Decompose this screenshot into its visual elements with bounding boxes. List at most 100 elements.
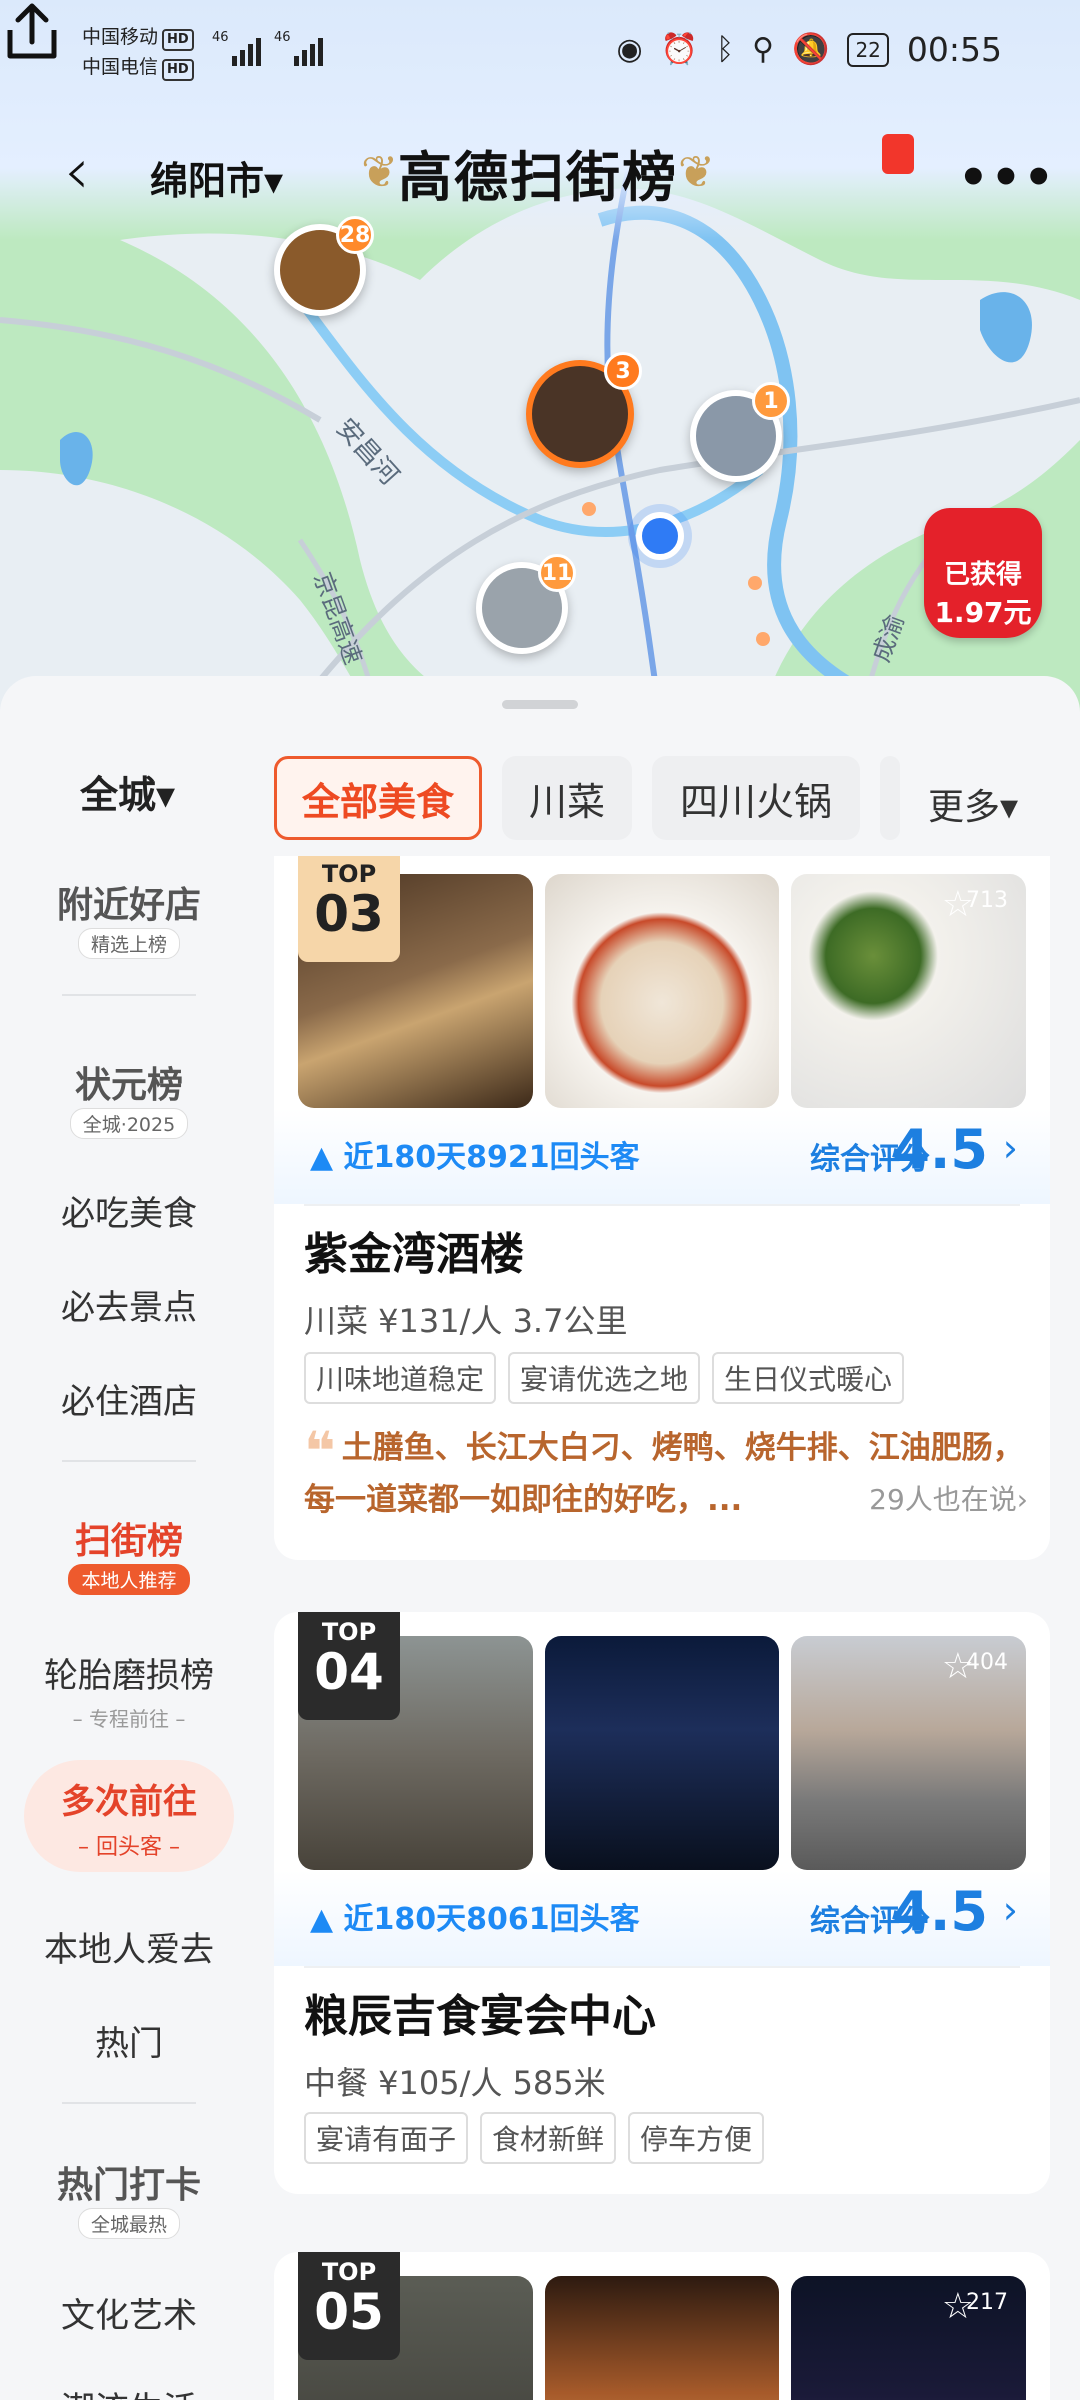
- rail-nearby-title: 附近好店: [56, 885, 201, 926]
- rail-item-culture[interactable]: 文化艺术: [0, 2288, 258, 2337]
- scope-selector[interactable]: 全城▾: [80, 764, 175, 819]
- map-dot: [756, 632, 770, 646]
- rail-scan[interactable]: 扫街榜 本地人推荐: [20, 1512, 238, 1595]
- rank-top-label: TOP: [321, 860, 377, 888]
- bluetooth-icon: ᛒ: [716, 32, 735, 67]
- rail-item-must-eat[interactable]: 必吃美食: [0, 1186, 258, 1235]
- restaurant-photo[interactable]: [544, 1636, 780, 1870]
- restaurant-card[interactable]: TOP 05 ☆ 217: [274, 2252, 1050, 2400]
- rail-item-must-stay[interactable]: 必住酒店: [0, 1374, 258, 1423]
- divider: [304, 1966, 1020, 1968]
- rail-item-tire[interactable]: 轮胎磨损榜 – 专程前往 –: [0, 1648, 258, 1732]
- map-marker-restaurant[interactable]: 11: [476, 554, 576, 654]
- rail-item-repeat[interactable]: 多次前往 – 回头客 –: [24, 1760, 234, 1872]
- back-icon[interactable]: ‹: [64, 140, 90, 204]
- city-selector[interactable]: 绵阳市▾: [150, 150, 283, 205]
- rank-top-label: TOP: [321, 2258, 377, 2286]
- restaurant-photo[interactable]: [544, 874, 780, 1108]
- status-bar: 中国移动 HD 中国电信 HD 46 46 ◉ ⏰ ᛒ ⚲ 🔕 22 00:55: [0, 0, 1080, 110]
- chip-sichuan[interactable]: 川菜: [502, 756, 632, 840]
- quote-count[interactable]: 29人也在说›: [869, 1474, 1028, 1526]
- chip-partial[interactable]: [880, 756, 900, 840]
- laurel-left-icon: ❦: [361, 146, 398, 198]
- rail-tire-sub: – 专程前往 –: [72, 1707, 186, 1731]
- chevron-right-icon[interactable]: ›: [1003, 1888, 1018, 1932]
- chip-hotpot[interactable]: 四川火锅: [652, 756, 860, 840]
- hd-badge-2: HD: [162, 59, 194, 81]
- photo-strip[interactable]: ☆ 713: [298, 874, 1027, 1108]
- tag-list: 川味地道稳定 宴请优选之地 生日仪式暖心: [304, 1352, 905, 1404]
- reward-bag[interactable]: 已获得 1.97元: [924, 508, 1042, 638]
- map-marker-restaurant[interactable]: 28: [274, 216, 374, 316]
- ranking-sheet[interactable]: 全城▾ 全部美食 川菜 四川火锅 更多▾ 附近好店 精选上榜 状元榜 全城·20…: [0, 676, 1080, 2400]
- signal-icon-2: [294, 38, 323, 66]
- card-meta: ▲ 近180天8061回头客 综合评分 4.5 ›: [274, 1870, 1050, 1966]
- rail-top-title: 状元榜: [74, 1065, 183, 1106]
- more-icon[interactable]: •••: [958, 150, 1056, 206]
- tag: 宴请优选之地: [508, 1352, 701, 1404]
- score-value: 4.5: [892, 1118, 988, 1181]
- chevron-right-icon[interactable]: ›: [1003, 1126, 1018, 1170]
- divider: [304, 1204, 1020, 1206]
- red-packet-icon[interactable]: [882, 134, 914, 174]
- photo-strip[interactable]: ☆ 404: [298, 1636, 1027, 1870]
- divider: [62, 1460, 196, 1462]
- carrier-1: 中国移动: [82, 26, 159, 48]
- carrier-info: 中国移动 HD 中国电信 HD: [82, 22, 194, 82]
- map-dot: [582, 502, 596, 516]
- photo-strip[interactable]: ☆ 217: [298, 2276, 1027, 2400]
- rail-nearby-sub: 精选上榜: [77, 928, 180, 959]
- status-icons: ◉ ⏰ ᛒ ⚲ 🔕 22 00:55: [617, 30, 1002, 69]
- score-value: 4.5: [892, 1880, 988, 1943]
- eye-icon: ◉: [616, 32, 643, 67]
- network-type-2: 46: [274, 30, 291, 45]
- rail-item-local-love[interactable]: 本地人爱去: [0, 1922, 258, 1971]
- drag-handle[interactable]: [502, 700, 578, 709]
- rail-tire-title: 轮胎磨损榜: [44, 1656, 214, 1696]
- marker-rank-badge: 1: [752, 382, 790, 420]
- rail-item-trend[interactable]: 潮流生活: [0, 2382, 258, 2400]
- rail-scan-sub: 本地人推荐: [68, 1564, 190, 1595]
- left-rail: 附近好店 精选上榜 状元榜 全城·2025 必吃美食 必去景点 必住酒店 扫街榜…: [0, 856, 258, 2400]
- hd-badge-1: HD: [162, 29, 194, 51]
- restaurant-info: 川菜 ¥131/人 3.7公里: [304, 1302, 628, 1340]
- reward-label: 已获得: [943, 560, 1022, 590]
- rank-badge: TOP 03: [298, 856, 400, 962]
- tag: 停车方便: [628, 2112, 765, 2164]
- marker-rank-badge: 28: [336, 216, 374, 254]
- photo-count: 404: [966, 1650, 1009, 1675]
- rail-repeat-title: 多次前往: [61, 1782, 197, 1822]
- restaurant-photo[interactable]: [544, 2276, 780, 2400]
- chip-all-food[interactable]: 全部美食: [274, 756, 482, 840]
- rail-hot-checkin[interactable]: 热门打卡 全城最热: [20, 2156, 238, 2239]
- rail-item-must-visit[interactable]: 必去景点: [0, 1280, 258, 1329]
- map-view[interactable]: 中国移动 HD 中国电信 HD 46 46 ◉ ⏰ ᛒ ⚲ 🔕 22 00:55 ‹…: [0, 0, 1080, 720]
- restaurant-photo[interactable]: ☆ 217: [791, 2276, 1027, 2400]
- rail-nearby[interactable]: 附近好店 精选上榜: [20, 876, 238, 959]
- review-quote[interactable]: ❝ 土膳鱼、长江大白刁、烤鸭、烧牛排、江油肥肠，每一道菜都一如即往的好吃，... …: [304, 1422, 1028, 1526]
- restaurant-card[interactable]: TOP 04 ☆ 404 ▲ 近180天8061回头客 综合评分 4.5 › 粮…: [274, 1612, 1050, 2194]
- restaurant-photo[interactable]: ☆ 713: [791, 874, 1027, 1108]
- divider: [62, 994, 196, 996]
- more-filter-button[interactable]: 更多▾: [928, 778, 1018, 830]
- filter-bar: 全城▾ 全部美食 川菜 四川火锅 更多▾: [0, 744, 1080, 856]
- rail-item-hot[interactable]: 热门: [0, 2016, 258, 2065]
- restaurant-name[interactable]: 紫金湾酒楼: [304, 1218, 524, 1282]
- rail-top[interactable]: 状元榜 全城·2025: [20, 1056, 238, 1139]
- map-marker-restaurant[interactable]: 1: [690, 382, 790, 482]
- rank-number: 03: [314, 885, 384, 943]
- rank-number: 04: [314, 1643, 384, 1701]
- map-marker-restaurant[interactable]: 3: [526, 352, 642, 468]
- rail-hot-title: 热门打卡: [56, 2165, 201, 2206]
- map-dot: [748, 576, 762, 590]
- carrier-2: 中国电信: [82, 56, 159, 78]
- restaurant-name[interactable]: 粮辰吉食宴会中心: [304, 1980, 656, 2044]
- share-icon[interactable]: [0, 0, 64, 64]
- rank-badge: TOP 05: [298, 2252, 400, 2360]
- restaurant-photo[interactable]: ☆ 404: [791, 1636, 1027, 1870]
- quote-icon: ❝: [304, 1420, 336, 1483]
- restaurant-card[interactable]: TOP 03 ☆ 713 ▲ 近180天8921回头客 综合评分 4.5 › 紫…: [274, 856, 1050, 1560]
- rank-top-label: TOP: [321, 1618, 377, 1646]
- page-title: 高德扫街榜: [398, 145, 678, 209]
- tag: 食材新鲜: [480, 2112, 617, 2164]
